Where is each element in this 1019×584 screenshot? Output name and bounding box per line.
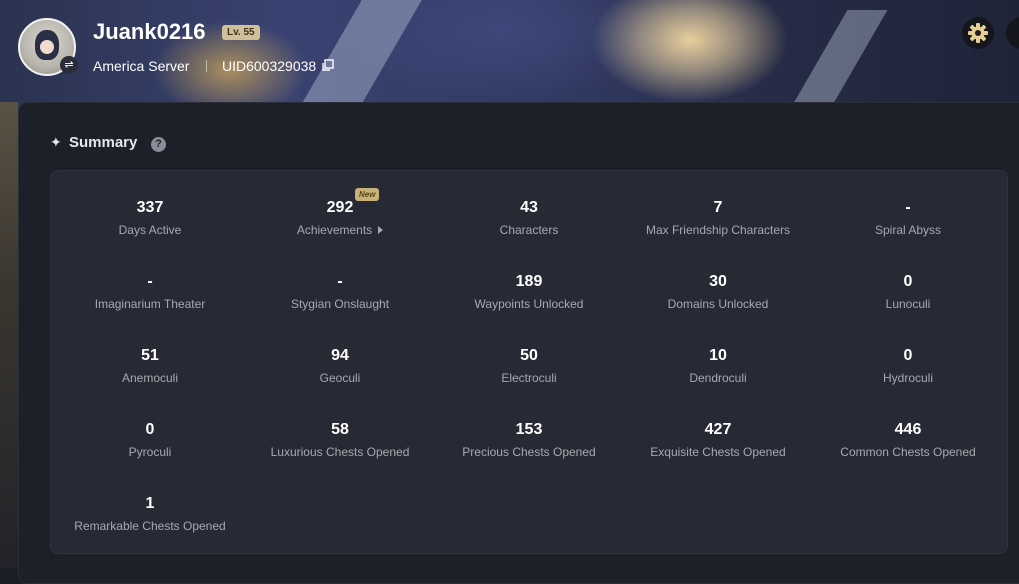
avatar-face [40, 40, 54, 54]
stat-value: 0 [903, 273, 913, 290]
stat-value: - [147, 273, 153, 290]
stat-label: Remarkable Chests Opened [74, 519, 226, 533]
stat-lunoculi: 0 Lunoculi [813, 272, 1003, 312]
stat-value: 0 [145, 421, 155, 438]
stat-label: Max Friendship Characters [645, 223, 791, 237]
server-name: America Server [93, 58, 190, 74]
stat-label: Characters [499, 223, 559, 237]
stat-anemoculi: 51 Anemoculi [55, 346, 245, 386]
stat-characters: 43 Characters [434, 198, 624, 238]
stat-spiral-abyss: - Spiral Abyss [813, 198, 1003, 238]
stat-electroculi: 50 Electroculi [434, 346, 624, 386]
arrow-right-icon [378, 226, 384, 234]
stat-label: Electroculi [501, 371, 557, 385]
stat-label: Domains Unlocked [667, 297, 769, 311]
settings-button[interactable] [962, 17, 994, 49]
stat-label: Waypoints Unlocked [474, 297, 584, 311]
stat-domains: 30 Domains Unlocked [623, 272, 813, 312]
stat-achievements[interactable]: 292 Achievements [245, 198, 435, 238]
stat-waypoints: 189 Waypoints Unlocked [434, 272, 624, 312]
stat-label: Exquisite Chests Opened [650, 445, 786, 459]
stat-luxurious-chests: 58 Luxurious Chests Opened [245, 420, 435, 460]
stat-value: 58 [331, 421, 349, 438]
sparkle-icon: ✦ [50, 135, 62, 151]
stat-value: 337 [136, 199, 164, 216]
stat-geoculi: 94 Geoculi [245, 346, 435, 386]
gear-icon [968, 23, 988, 43]
stat-exquisite-chests: 427 Exquisite Chests Opened [623, 420, 813, 460]
help-icon[interactable]: ? [151, 137, 166, 152]
stat-value: - [337, 273, 343, 290]
stat-value: 446 [894, 421, 922, 438]
stat-value: 43 [520, 199, 538, 216]
copy-icon[interactable] [321, 59, 334, 72]
stat-days-active: 337 Days Active [55, 198, 245, 238]
stat-value: 94 [331, 347, 349, 364]
stat-imaginarium-theater: - Imaginarium Theater [55, 272, 245, 312]
banner-decoration [792, 10, 888, 105]
achievements-label: Achievements [296, 223, 373, 237]
stat-value: 292 [326, 199, 354, 216]
stat-value: 0 [903, 347, 913, 364]
stat-value: 51 [141, 347, 159, 364]
stat-label: Precious Chests Opened [462, 445, 596, 459]
stat-label: Dendroculi [689, 371, 747, 385]
stat-label: Hydroculi [882, 371, 933, 385]
new-badge: New [355, 188, 380, 201]
stat-hydroculi: 0 Hydroculi [813, 346, 1003, 386]
stat-label: Days Active [118, 223, 182, 237]
stat-label: Luxurious Chests Opened [270, 445, 410, 459]
stat-label: Stygian Onslaught [290, 297, 390, 311]
stat-stygian-onslaught: - Stygian Onslaught [245, 272, 435, 312]
stat-precious-chests: 153 Precious Chests Opened [434, 420, 624, 460]
stat-value: 189 [515, 273, 543, 290]
stat-value: 50 [520, 347, 538, 364]
stat-label: Achievements [245, 223, 435, 238]
profile-banner [0, 0, 1019, 110]
divider [206, 60, 207, 72]
username: Juank0216 [93, 19, 206, 44]
background-art [0, 102, 18, 568]
stat-common-chests: 446 Common Chests Opened [813, 420, 1003, 460]
banner-decoration [298, 0, 422, 110]
stat-value: 427 [704, 421, 732, 438]
level-badge: Lv. 55 [222, 25, 260, 40]
stat-value: 7 [713, 199, 723, 216]
uid-text: UID600329038 [222, 58, 317, 74]
stat-label: Lunoculi [885, 297, 931, 311]
section-title: Summary [69, 134, 138, 151]
stat-value: - [905, 199, 911, 216]
stat-label: Spiral Abyss [874, 223, 942, 237]
stat-label: Pyroculi [128, 445, 172, 459]
stat-label: Geoculi [319, 371, 361, 385]
stat-value: 1 [145, 495, 155, 512]
stat-value: 30 [709, 273, 727, 290]
stat-dendroculi: 10 Dendroculi [623, 346, 813, 386]
stat-value: 153 [515, 421, 543, 438]
stat-label: Imaginarium Theater [94, 297, 206, 311]
stat-label: Common Chests Opened [840, 445, 976, 459]
swap-avatar-icon[interactable]: ⇌ [60, 56, 78, 74]
stat-pyroculi: 0 Pyroculi [55, 420, 245, 460]
stat-remarkable-chests: 1 Remarkable Chests Opened [55, 494, 245, 534]
stat-value: 10 [709, 347, 727, 364]
stat-label: Anemoculi [121, 371, 179, 385]
stat-max-friendship: 7 Max Friendship Characters [623, 198, 813, 238]
